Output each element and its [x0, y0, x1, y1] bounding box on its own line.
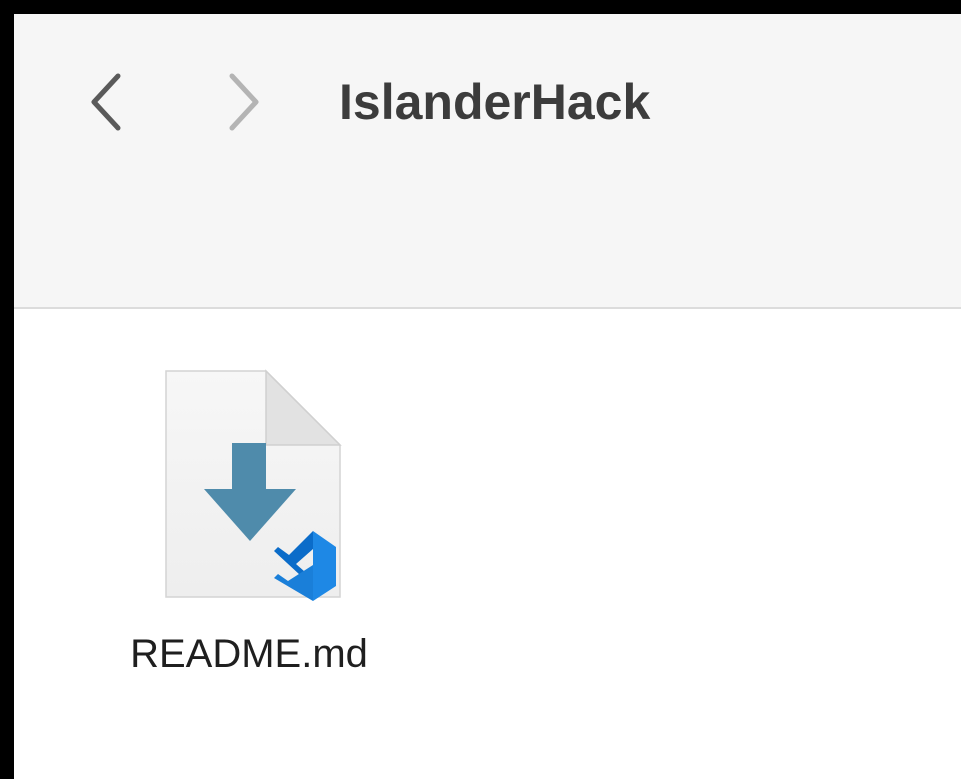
- forward-button[interactable]: [214, 66, 274, 138]
- finder-window: IslanderHack README.md: [14, 14, 961, 779]
- markdown-file-icon: [165, 369, 342, 601]
- back-button[interactable]: [76, 66, 136, 138]
- folder-title: IslanderHack: [339, 74, 651, 130]
- file-list-area: README.md: [14, 309, 961, 779]
- file-name-label: README.md: [130, 632, 368, 676]
- chevron-left-icon: [91, 73, 121, 131]
- chevron-right-icon: [229, 73, 259, 131]
- file-item-readme[interactable]: README.md: [94, 349, 414, 699]
- toolbar: IslanderHack: [14, 14, 961, 309]
